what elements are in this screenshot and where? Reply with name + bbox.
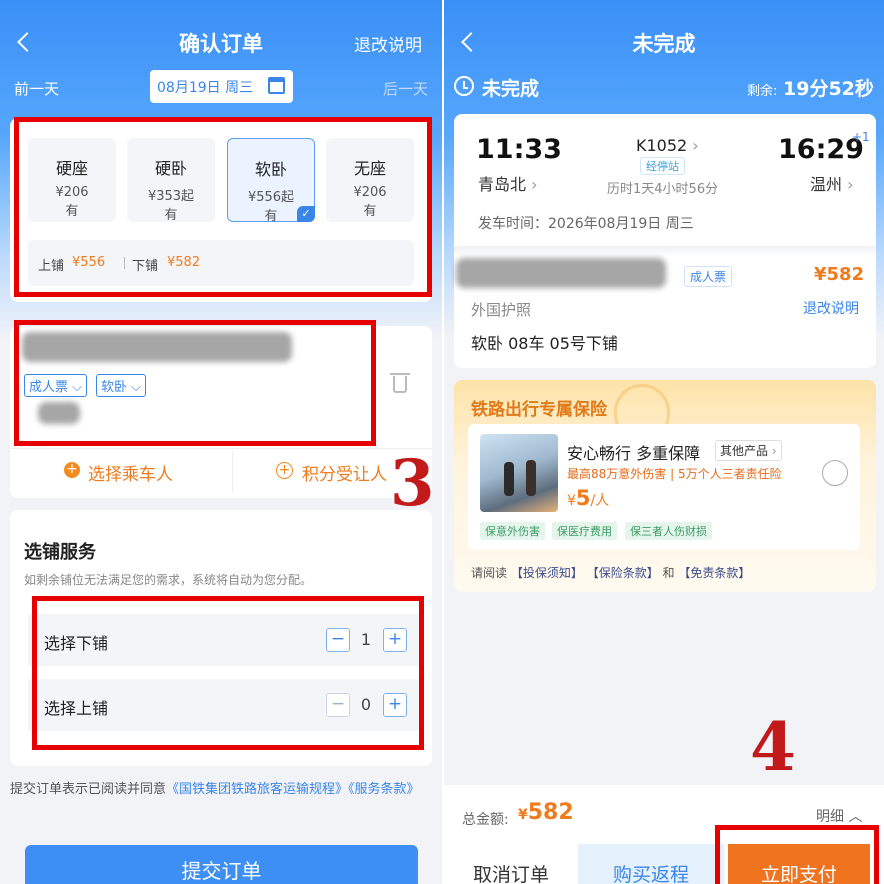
submit-order-button[interactable]: 提交订单 bbox=[25, 845, 418, 884]
ticket-price: ¥582 bbox=[814, 264, 865, 285]
add-circle-icon: + bbox=[276, 462, 293, 479]
notice-and: 和 bbox=[662, 566, 675, 580]
berth-service-title: 选铺服务 bbox=[24, 542, 96, 563]
departure-station-label: 青岛北 bbox=[478, 175, 527, 194]
agreement-text: 提交订单表示已阅读并同意《国铁集团铁路旅客运输规程》《服务条款》 bbox=[10, 778, 420, 802]
total-value: 582 bbox=[527, 800, 574, 825]
notice-prefix: 请阅读 bbox=[471, 566, 508, 580]
train-number[interactable]: K1052 › bbox=[636, 136, 699, 155]
chevron-up-icon: ︿ bbox=[844, 809, 863, 825]
remaining-label: 剩余: bbox=[747, 84, 778, 99]
cancel-order-label: 取消订单 bbox=[472, 864, 549, 884]
id-type: 外国护照 bbox=[471, 301, 532, 319]
delete-icon[interactable] bbox=[393, 376, 407, 393]
rules-link[interactable]: 《国铁集团铁路旅客运输规程》 bbox=[166, 782, 348, 797]
order-status: 未完成 bbox=[482, 78, 540, 100]
annotation-box-passenger bbox=[14, 320, 376, 446]
date-picker[interactable]: 08月19日 周三 bbox=[150, 70, 293, 103]
chevron-right-icon: › bbox=[687, 136, 699, 155]
departure-date: 发车时间：2026年08月19日 周三 bbox=[478, 216, 694, 232]
insurance-price-unit: /人 bbox=[590, 493, 610, 509]
seat-info: 软卧 08车 05号下铺 bbox=[471, 334, 618, 353]
stop-stations-tag[interactable]: 经停站 bbox=[640, 157, 685, 175]
insurance-desc: 最高88万意外伤害 | 5万个人三者责任险 bbox=[567, 467, 782, 481]
annotation-box-berth bbox=[32, 596, 424, 750]
service-terms-link[interactable]: 《服务条款》 bbox=[348, 782, 420, 797]
departure-station[interactable]: 青岛北 › bbox=[478, 171, 538, 195]
clock-icon bbox=[454, 76, 474, 96]
total-symbol: ¥ bbox=[518, 807, 528, 823]
divider bbox=[10, 448, 432, 449]
travel-image bbox=[480, 434, 558, 512]
annotation-box-pay bbox=[715, 825, 879, 884]
insurance-notice: 请阅读 【投保须知】 【保险条款】 和 【免责条款】 bbox=[471, 564, 750, 581]
trip-duration: 历时1天4小时56分 bbox=[607, 182, 719, 197]
detail-toggle[interactable]: 明细 ︿ bbox=[816, 806, 862, 826]
divider bbox=[232, 452, 233, 492]
chevron-right-icon: › bbox=[526, 175, 538, 194]
points-transfer-button[interactable]: 积分受让人 bbox=[302, 460, 387, 485]
insurance-price-value: 5 bbox=[575, 486, 591, 510]
remaining-time: 19分52秒 bbox=[783, 78, 874, 100]
calendar-icon bbox=[268, 77, 285, 94]
train-number-label: K1052 bbox=[636, 136, 688, 155]
next-day-button[interactable]: 后一天 bbox=[383, 78, 428, 99]
select-passenger-button[interactable]: 选择乘车人 bbox=[88, 460, 173, 485]
insurance-price: ¥5/人 bbox=[567, 486, 609, 510]
total-amount: ¥582 bbox=[518, 800, 574, 825]
return-trip-button[interactable]: 购买返程 bbox=[578, 844, 724, 884]
arrival-station[interactable]: 温州 › bbox=[810, 171, 854, 195]
refund-policy-link[interactable]: 退改说明 bbox=[354, 31, 422, 56]
chevron-right-icon: › bbox=[768, 444, 777, 458]
insurance-title: 铁路出行专属保险 bbox=[471, 400, 607, 420]
left-screen: 确认订单 退改说明 前一天 08月19日 周三 后一天 硬座 ¥206 有 硬卧… bbox=[0, 0, 442, 884]
delete-icon-lid bbox=[390, 373, 410, 375]
arrival-station-label: 温州 bbox=[810, 175, 843, 194]
insurance-tag: 保医疗费用 bbox=[552, 522, 617, 540]
cancel-order-button[interactable]: 取消订单 bbox=[444, 844, 578, 884]
insurance-tag: 保意外伤害 bbox=[480, 522, 545, 540]
insurance-terms-link[interactable]: 【保险条款】 bbox=[587, 566, 659, 580]
detail-label: 明细 bbox=[816, 809, 844, 825]
other-products-button[interactable]: 其他产品 › bbox=[715, 440, 782, 461]
total-label: 总金额: bbox=[462, 812, 509, 828]
agreement-prefix: 提交订单表示已阅读并同意 bbox=[10, 782, 167, 797]
insurance-tag: 保三者人伤财损 bbox=[625, 522, 712, 540]
date-label: 08月19日 周三 bbox=[157, 80, 254, 96]
insurance-product-name: 安心畅行 多重保障 bbox=[567, 444, 701, 463]
insurance-radio[interactable] bbox=[822, 460, 848, 486]
annotation-box-seat bbox=[14, 117, 432, 297]
exemption-terms-link[interactable]: 【免责条款】 bbox=[678, 566, 750, 580]
page-title: 未完成 bbox=[632, 32, 696, 56]
other-products-label: 其他产品 bbox=[720, 444, 769, 458]
berth-service-desc: 如剩余铺位无法满足您的需求，系统将自动为您分配。 bbox=[24, 573, 313, 587]
chevron-right-icon: › bbox=[842, 175, 854, 194]
annotation-number-4: 4 bbox=[750, 708, 796, 786]
insurance-notice-link[interactable]: 【投保须知】 bbox=[511, 566, 583, 580]
right-screen: 未完成 未完成 剩余: 19分52秒 11:33 青岛北 › K1052 › 经… bbox=[442, 0, 884, 884]
departure-time: 11:33 bbox=[476, 134, 562, 165]
redacted-passenger-name bbox=[456, 258, 666, 288]
ticket-type-tag: 成人票 bbox=[684, 266, 733, 287]
prev-day-button[interactable]: 前一天 bbox=[14, 78, 59, 99]
divider bbox=[454, 246, 876, 256]
add-icon: + bbox=[64, 462, 80, 478]
return-trip-label: 购买返程 bbox=[612, 864, 689, 884]
refund-policy-link[interactable]: 退改说明 bbox=[803, 298, 859, 318]
day-offset: +1 bbox=[852, 130, 870, 144]
insurance-price-symbol: ¥ bbox=[567, 493, 576, 509]
